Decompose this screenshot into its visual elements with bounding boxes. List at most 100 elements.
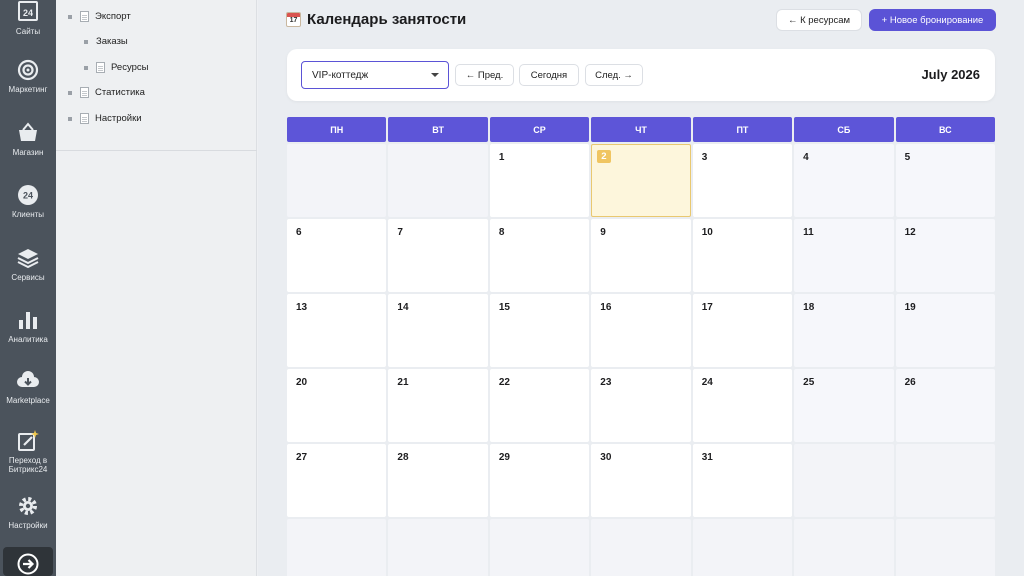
calendar-day[interactable]: 24	[692, 369, 793, 442]
svg-text:24: 24	[23, 8, 33, 18]
day-number: 7	[397, 227, 403, 238]
calendar-day[interactable]: 4	[794, 144, 894, 217]
calendar-day[interactable]: 31	[692, 444, 793, 517]
rail-item-analytics[interactable]: Аналитика	[0, 308, 56, 348]
tree-item-export[interactable]: Экспорт	[68, 11, 131, 22]
calendar-day[interactable]: 27	[287, 444, 387, 517]
day-number: 29	[498, 452, 510, 463]
weekday-label: ВТ	[388, 117, 488, 142]
today-button[interactable]: Сегодня	[519, 64, 579, 86]
gear-icon	[19, 497, 37, 515]
sites-icon: 24	[18, 1, 38, 21]
calendar-day[interactable]: 11	[794, 219, 894, 292]
weekday-header: ПН ВТ СР ЧТ ПТ СБ ВС	[287, 117, 995, 142]
calendar-day[interactable]: 10	[692, 219, 793, 292]
rail-item-settings[interactable]: Настройки	[0, 494, 56, 534]
day-number: 17	[701, 302, 713, 313]
calendar-day[interactable]: 30	[591, 444, 691, 517]
calendar-empty-cell	[692, 519, 793, 576]
logout-arrow-icon	[17, 553, 39, 575]
calendar-day[interactable]: 28	[388, 444, 488, 517]
rail-item-bitrix24[interactable]: Переход в Битрикс24	[0, 429, 56, 477]
calendar-day[interactable]: 9	[591, 219, 691, 292]
calendar-icon: 17	[286, 12, 301, 27]
tree-item-label: Экспорт	[95, 11, 131, 22]
calendar-day[interactable]: 14	[388, 294, 488, 367]
calendar-day[interactable]: 20	[287, 369, 387, 442]
weekday-label: ПТ	[692, 117, 793, 142]
calendar-empty-cell	[287, 519, 387, 576]
prev-month-button[interactable]: ← Пред.	[455, 64, 514, 86]
day-number: 11	[803, 227, 814, 238]
day-number: 8	[498, 227, 505, 238]
next-month-button[interactable]: След. →	[585, 64, 643, 86]
document-icon	[80, 87, 89, 98]
day-number: 26	[904, 377, 916, 388]
calendar-day[interactable]: 16	[591, 294, 691, 367]
rail-item-marketing[interactable]: Маркетинг	[0, 58, 56, 98]
tree-item-label: Заказы	[96, 36, 128, 47]
rail-label-sites: Сайты	[15, 27, 41, 36]
tree-bullet	[68, 116, 72, 121]
tree-divider	[56, 150, 257, 151]
rail-item-logout[interactable]	[3, 547, 53, 576]
rail-item-sites[interactable]: 24 Сайты	[0, 0, 56, 40]
calendar-day[interactable]: 13	[287, 294, 387, 367]
rail-item-marketplace[interactable]: Marketplace	[0, 369, 56, 409]
calendar-day[interactable]: 6	[287, 219, 387, 292]
calendar-day[interactable]: 17	[692, 294, 793, 367]
calendar-day[interactable]: 5	[895, 144, 995, 217]
calendar-day[interactable]: 25	[794, 369, 894, 442]
day-number: 2	[597, 150, 611, 163]
cloud-download-icon	[17, 371, 39, 387]
weekday-label: ВС	[895, 117, 995, 142]
document-icon	[80, 11, 89, 22]
new-booking-button[interactable]: + Новое бронирование	[869, 9, 996, 31]
calendar-day[interactable]: 12	[895, 219, 995, 292]
calendar-icon-day: 17	[289, 17, 298, 24]
calendar-day[interactable]: 3	[692, 144, 793, 217]
month-label: July 2026	[921, 67, 980, 82]
page-title-text: Календарь занятости	[307, 11, 467, 28]
chevron-down-icon	[431, 73, 439, 77]
back-to-resources-button[interactable]: ← К ресурсам	[776, 9, 862, 31]
tree-item-resources[interactable]: Ресурсы	[84, 62, 148, 73]
tree-item-orders[interactable]: Заказы	[84, 36, 128, 47]
rail-label-marketplace: Marketplace	[6, 396, 50, 405]
day-number: 14	[397, 302, 409, 313]
rail-label-shop: Магазин	[12, 148, 44, 157]
main-content: 17 Календарь занятости ← К ресурсам + Но…	[258, 0, 1024, 576]
rail-item-clients[interactable]: 24 Клиенты	[0, 183, 56, 223]
rail-label-bitrix24: Переход в Битрикс24	[8, 456, 48, 474]
calendar-day[interactable]: 26	[895, 369, 995, 442]
tree-item-settings[interactable]: Настройки	[68, 113, 142, 124]
day-number: 24	[701, 377, 713, 388]
rail-item-shop[interactable]: Магазин	[0, 121, 56, 161]
tree-item-label: Ресурсы	[111, 62, 149, 73]
calendar-empty-cell	[388, 144, 488, 217]
calendar-day[interactable]: 8	[489, 219, 590, 292]
calendar-day[interactable]: 7	[388, 219, 488, 292]
svg-text:24: 24	[23, 191, 33, 201]
calendar-day[interactable]: 29	[489, 444, 590, 517]
day-number: 25	[803, 377, 815, 388]
calendar-day[interactable]: 23	[591, 369, 691, 442]
rail-item-services[interactable]: Сервисы	[0, 246, 56, 286]
document-icon	[80, 113, 89, 124]
calendar-day[interactable]: 22	[489, 369, 590, 442]
day-number: 16	[600, 302, 612, 313]
day-number: 13	[296, 302, 308, 313]
resource-select[interactable]: VIP-коттедж	[301, 61, 449, 89]
tree-item-statistics[interactable]: Статистика	[68, 87, 145, 98]
calendar-day[interactable]: 15	[489, 294, 590, 367]
calendar-day[interactable]: 21	[388, 369, 488, 442]
tree-bullet	[68, 90, 72, 95]
calendar-day[interactable]: 19	[895, 294, 995, 367]
day-number: 9	[600, 227, 606, 238]
calendar-day-today[interactable]: 2	[591, 144, 691, 217]
calendar-day[interactable]: 18	[794, 294, 894, 367]
calendar-day[interactable]: 1	[489, 144, 590, 217]
calendar-empty-cell	[794, 444, 894, 517]
weekday-label: ПН	[287, 117, 387, 142]
left-nav-rail: 24 Сайты Маркетинг Магазин 24 Клиенты Се…	[0, 0, 56, 576]
